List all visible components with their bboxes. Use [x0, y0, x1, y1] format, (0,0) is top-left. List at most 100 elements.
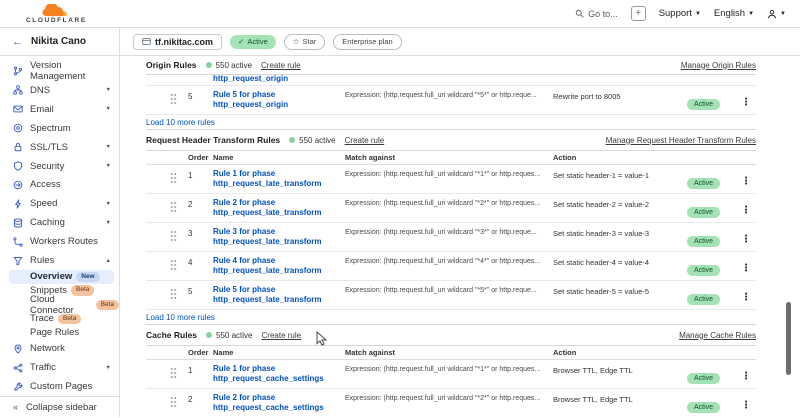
sidebar-item-version-management[interactable]: Version Management	[0, 61, 119, 81]
star-icon: ☆	[293, 37, 300, 46]
load-more-transform-rules[interactable]: Load 10 more rules	[146, 310, 756, 325]
rule-name-link[interactable]: Rule 4 for phasehttp_request_late_transf…	[213, 256, 345, 276]
dns-icon	[13, 85, 23, 95]
chevron-down-icon: ▼	[748, 11, 754, 17]
check-icon: ✓	[238, 37, 244, 46]
cache-rules-header: Cache Rules 550 active Create rule Manag…	[146, 325, 756, 346]
kebab-menu-icon[interactable]: ⋮	[739, 205, 753, 216]
sidebar-item-speed[interactable]: Speed ▼	[0, 194, 119, 213]
support-menu[interactable]: Support ▼	[659, 8, 701, 19]
cloudflare-cloud-icon	[42, 4, 70, 17]
rule-name-link[interactable]: Rule 2 for phasehttp_request_late_transf…	[213, 198, 345, 218]
status-badge: Active	[687, 265, 720, 276]
sidebar-item-rules-cloud-connector[interactable]: Cloud Connector Beta	[0, 297, 119, 312]
kebab-menu-icon[interactable]: ⋮	[739, 400, 753, 411]
kebab-menu-icon[interactable]: ⋮	[739, 234, 753, 245]
rule-name-link[interactable]: Rule 3 for phasehttp_request_late_transf…	[213, 227, 345, 247]
drag-handle-icon[interactable]	[170, 367, 177, 378]
table-row: 3 Rule 3 for phasehttp_request_late_tran…	[146, 223, 756, 252]
status-dot-icon	[289, 137, 295, 143]
back-arrow-icon: ←	[12, 36, 23, 48]
rule-name-link[interactable]: Rule 5 for phasehttp_request_late_transf…	[213, 285, 345, 305]
domain-name: tf.nikitac.com	[155, 37, 213, 47]
pin-icon	[13, 344, 23, 354]
sidebar-item-network[interactable]: Network	[0, 339, 119, 358]
chevron-down-icon: ▼	[695, 11, 701, 17]
rule-name-link[interactable]: http_request_origin	[213, 75, 756, 84]
rule-name-link[interactable]: Rule 1 for phasehttp_request_late_transf…	[213, 169, 345, 189]
sidebar-item-rules-trace[interactable]: Trace Beta	[0, 312, 119, 326]
kebab-menu-icon[interactable]: ⋮	[739, 263, 753, 274]
sidebar-item-spectrum[interactable]: Spectrum	[0, 119, 119, 138]
drag-handle-icon[interactable]	[170, 396, 177, 407]
scrollbar-thumb[interactable]	[786, 302, 791, 375]
manage-cache-rules-link[interactable]: Manage Cache Rules	[679, 331, 756, 340]
load-more-origin-rules[interactable]: Load 10 more rules	[146, 115, 756, 130]
clipped-rule-row: http_request_origin	[146, 75, 756, 86]
table-row: 2 Rule 2 for phasehttp_request_cache_set…	[146, 389, 756, 417]
drag-handle-icon[interactable]	[170, 172, 177, 183]
table-row: 1 Rule 1 for phasehttp_request_cache_set…	[146, 360, 756, 389]
drag-handle-icon[interactable]	[170, 230, 177, 241]
kebab-menu-icon[interactable]: ⋮	[739, 371, 753, 382]
rule-name-link[interactable]: Rule 2 for phasehttp_request_cache_setti…	[213, 393, 345, 413]
back-to-account[interactable]: ← Nikita Cano	[0, 28, 120, 55]
chevron-down-icon: ▼	[106, 144, 111, 150]
drag-handle-icon[interactable]	[170, 288, 177, 299]
sidebar-item-access[interactable]: Access	[0, 176, 119, 195]
status-badge: Active	[687, 207, 720, 218]
sidebar-item-rules-overview[interactable]: Overview New	[9, 270, 114, 284]
drag-handle-icon[interactable]	[170, 259, 177, 270]
kebab-menu-icon[interactable]: ⋮	[739, 176, 753, 187]
domain-selector[interactable]: tf.nikitac.com	[133, 34, 222, 50]
sidebar-item-workers-routes[interactable]: Workers Routes	[0, 232, 119, 251]
share-icon	[13, 363, 23, 373]
sidebar-item-dns[interactable]: DNS ▼	[0, 81, 119, 100]
kebab-menu-icon[interactable]: ⋮	[739, 292, 753, 303]
drag-handle-icon[interactable]	[170, 93, 177, 104]
sidebar-item-custom-pages[interactable]: Custom Pages	[0, 377, 119, 396]
table-column-headers: Order Name Match against Action	[146, 151, 756, 165]
cloudflare-logo[interactable]: CLOUDFLARE	[26, 4, 87, 25]
double-chevron-left-icon: «	[13, 402, 18, 412]
status-badge: Active	[687, 402, 720, 413]
drag-handle-icon[interactable]	[170, 201, 177, 212]
create-rule-link[interactable]: Create rule	[261, 61, 301, 70]
domain-status-badge: ✓ Active	[230, 35, 276, 49]
sidebar-item-rules-page-rules[interactable]: Page Rules	[0, 326, 119, 340]
rule-order: 5	[188, 90, 213, 101]
sidebar-item-rules[interactable]: Rules ▲	[0, 251, 119, 270]
status-badge: Active	[687, 373, 720, 384]
kebab-menu-icon[interactable]: ⋮	[739, 97, 753, 108]
table-row: 1 Rule 1 for phasehttp_request_late_tran…	[146, 165, 756, 194]
create-rule-link[interactable]: Create rule	[262, 331, 302, 340]
sidebar-item-caching[interactable]: Caching ▼	[0, 213, 119, 232]
wrench-icon	[13, 382, 23, 392]
cloudflare-dashboard: CLOUDFLARE Go to... + Support ▼ English …	[0, 0, 800, 418]
add-site-button[interactable]: +	[631, 6, 646, 21]
collapse-sidebar-button[interactable]: « Collapse sidebar	[0, 396, 119, 417]
logo-wordmark: CLOUDFLARE	[26, 18, 87, 25]
column-action: Action	[553, 348, 687, 357]
chevron-down-icon: ▼	[780, 11, 786, 17]
manage-origin-rules-link[interactable]: Manage Origin Rules	[681, 61, 756, 70]
sidebar-item-traffic[interactable]: Traffic ▼	[0, 358, 119, 377]
account-name: Nikita Cano	[31, 36, 86, 47]
sidebar-item-email[interactable]: Email ▼	[0, 100, 119, 119]
star-button[interactable]: ☆ Star	[284, 34, 326, 50]
sidebar-item-security[interactable]: Security ▼	[0, 157, 119, 176]
rule-name-link[interactable]: Rule 5 for phasehttp_request_origin	[213, 90, 345, 110]
manage-transform-rules-link[interactable]: Manage Request Header Transform Rules	[606, 136, 756, 145]
create-rule-link[interactable]: Create rule	[345, 136, 385, 145]
column-match: Match against	[345, 153, 553, 162]
section-title: Cache Rules	[146, 330, 197, 340]
person-icon	[767, 9, 777, 19]
goto-search[interactable]: Go to...	[575, 9, 618, 19]
top-bar: CLOUDFLARE Go to... + Support ▼ English …	[0, 0, 800, 28]
rule-name-link[interactable]: Rule 1 for phasehttp_request_cache_setti…	[213, 364, 345, 384]
language-menu[interactable]: English ▼	[714, 8, 754, 19]
user-menu[interactable]: ▼	[767, 9, 786, 19]
route-icon	[13, 237, 23, 247]
new-badge: New	[76, 272, 99, 282]
sidebar-item-ssl-tls[interactable]: SSL/TLS ▼	[0, 138, 119, 157]
